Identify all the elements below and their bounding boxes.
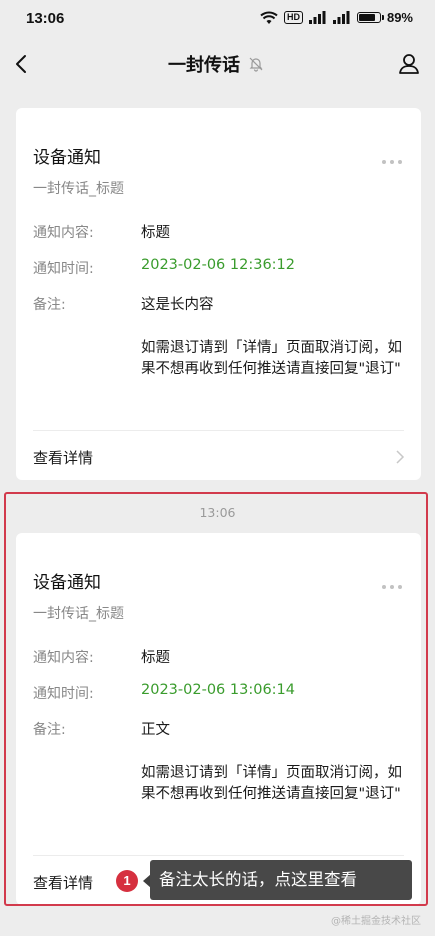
wifi-icon — [260, 11, 278, 25]
chevron-right-icon — [395, 449, 405, 465]
view-details-link[interactable]: 查看详情 — [33, 447, 93, 468]
more-icon[interactable] — [381, 150, 403, 164]
battery-icon — [356, 12, 384, 23]
profile-icon[interactable] — [397, 52, 421, 76]
status-bar: 13:06 HD 89% — [0, 0, 435, 38]
card-title: 设备通知 — [33, 148, 101, 168]
battery-percent: 89% — [386, 10, 413, 25]
mute-bell-icon — [248, 56, 264, 72]
content-value: 标题 — [141, 225, 170, 241]
page-title: 一封传话 — [168, 55, 240, 76]
tooltip-bubble: 备注太长的话，点这里查看 — [150, 860, 412, 900]
highlight-box — [4, 492, 428, 906]
time-label: 通知时间: — [33, 261, 94, 277]
note-label: 备注: — [33, 297, 66, 313]
time-value: 2023-02-06 12:36:12 — [141, 257, 295, 273]
card-subtitle: 一封传话_标题 — [33, 181, 124, 197]
signal-icon-2 — [332, 11, 351, 24]
nav-bar: 一封传话 — [0, 38, 435, 92]
status-icons: HD 89% — [260, 10, 413, 25]
signal-icon-1 — [308, 11, 327, 24]
back-icon[interactable] — [12, 52, 34, 76]
unsubscribe-text: 如需退订请到「详情」页面取消订阅，如果不想再收到任何推送请直接回复"退订" — [141, 340, 402, 377]
nav-title-group: 一封传话 — [168, 51, 264, 77]
hd-icon: HD — [283, 11, 303, 24]
divider — [33, 430, 404, 431]
content-label: 通知内容: — [33, 225, 94, 241]
notification-card: 设备通知 一封传话_标题 通知内容: 标题 通知时间: 2023-02-06 1… — [16, 108, 421, 480]
status-time: 13:06 — [26, 10, 65, 27]
step-badge: 1 — [116, 870, 138, 892]
note-value: 这是长内容 — [141, 297, 214, 313]
watermark: @稀土掘金技术社区 — [331, 916, 421, 927]
